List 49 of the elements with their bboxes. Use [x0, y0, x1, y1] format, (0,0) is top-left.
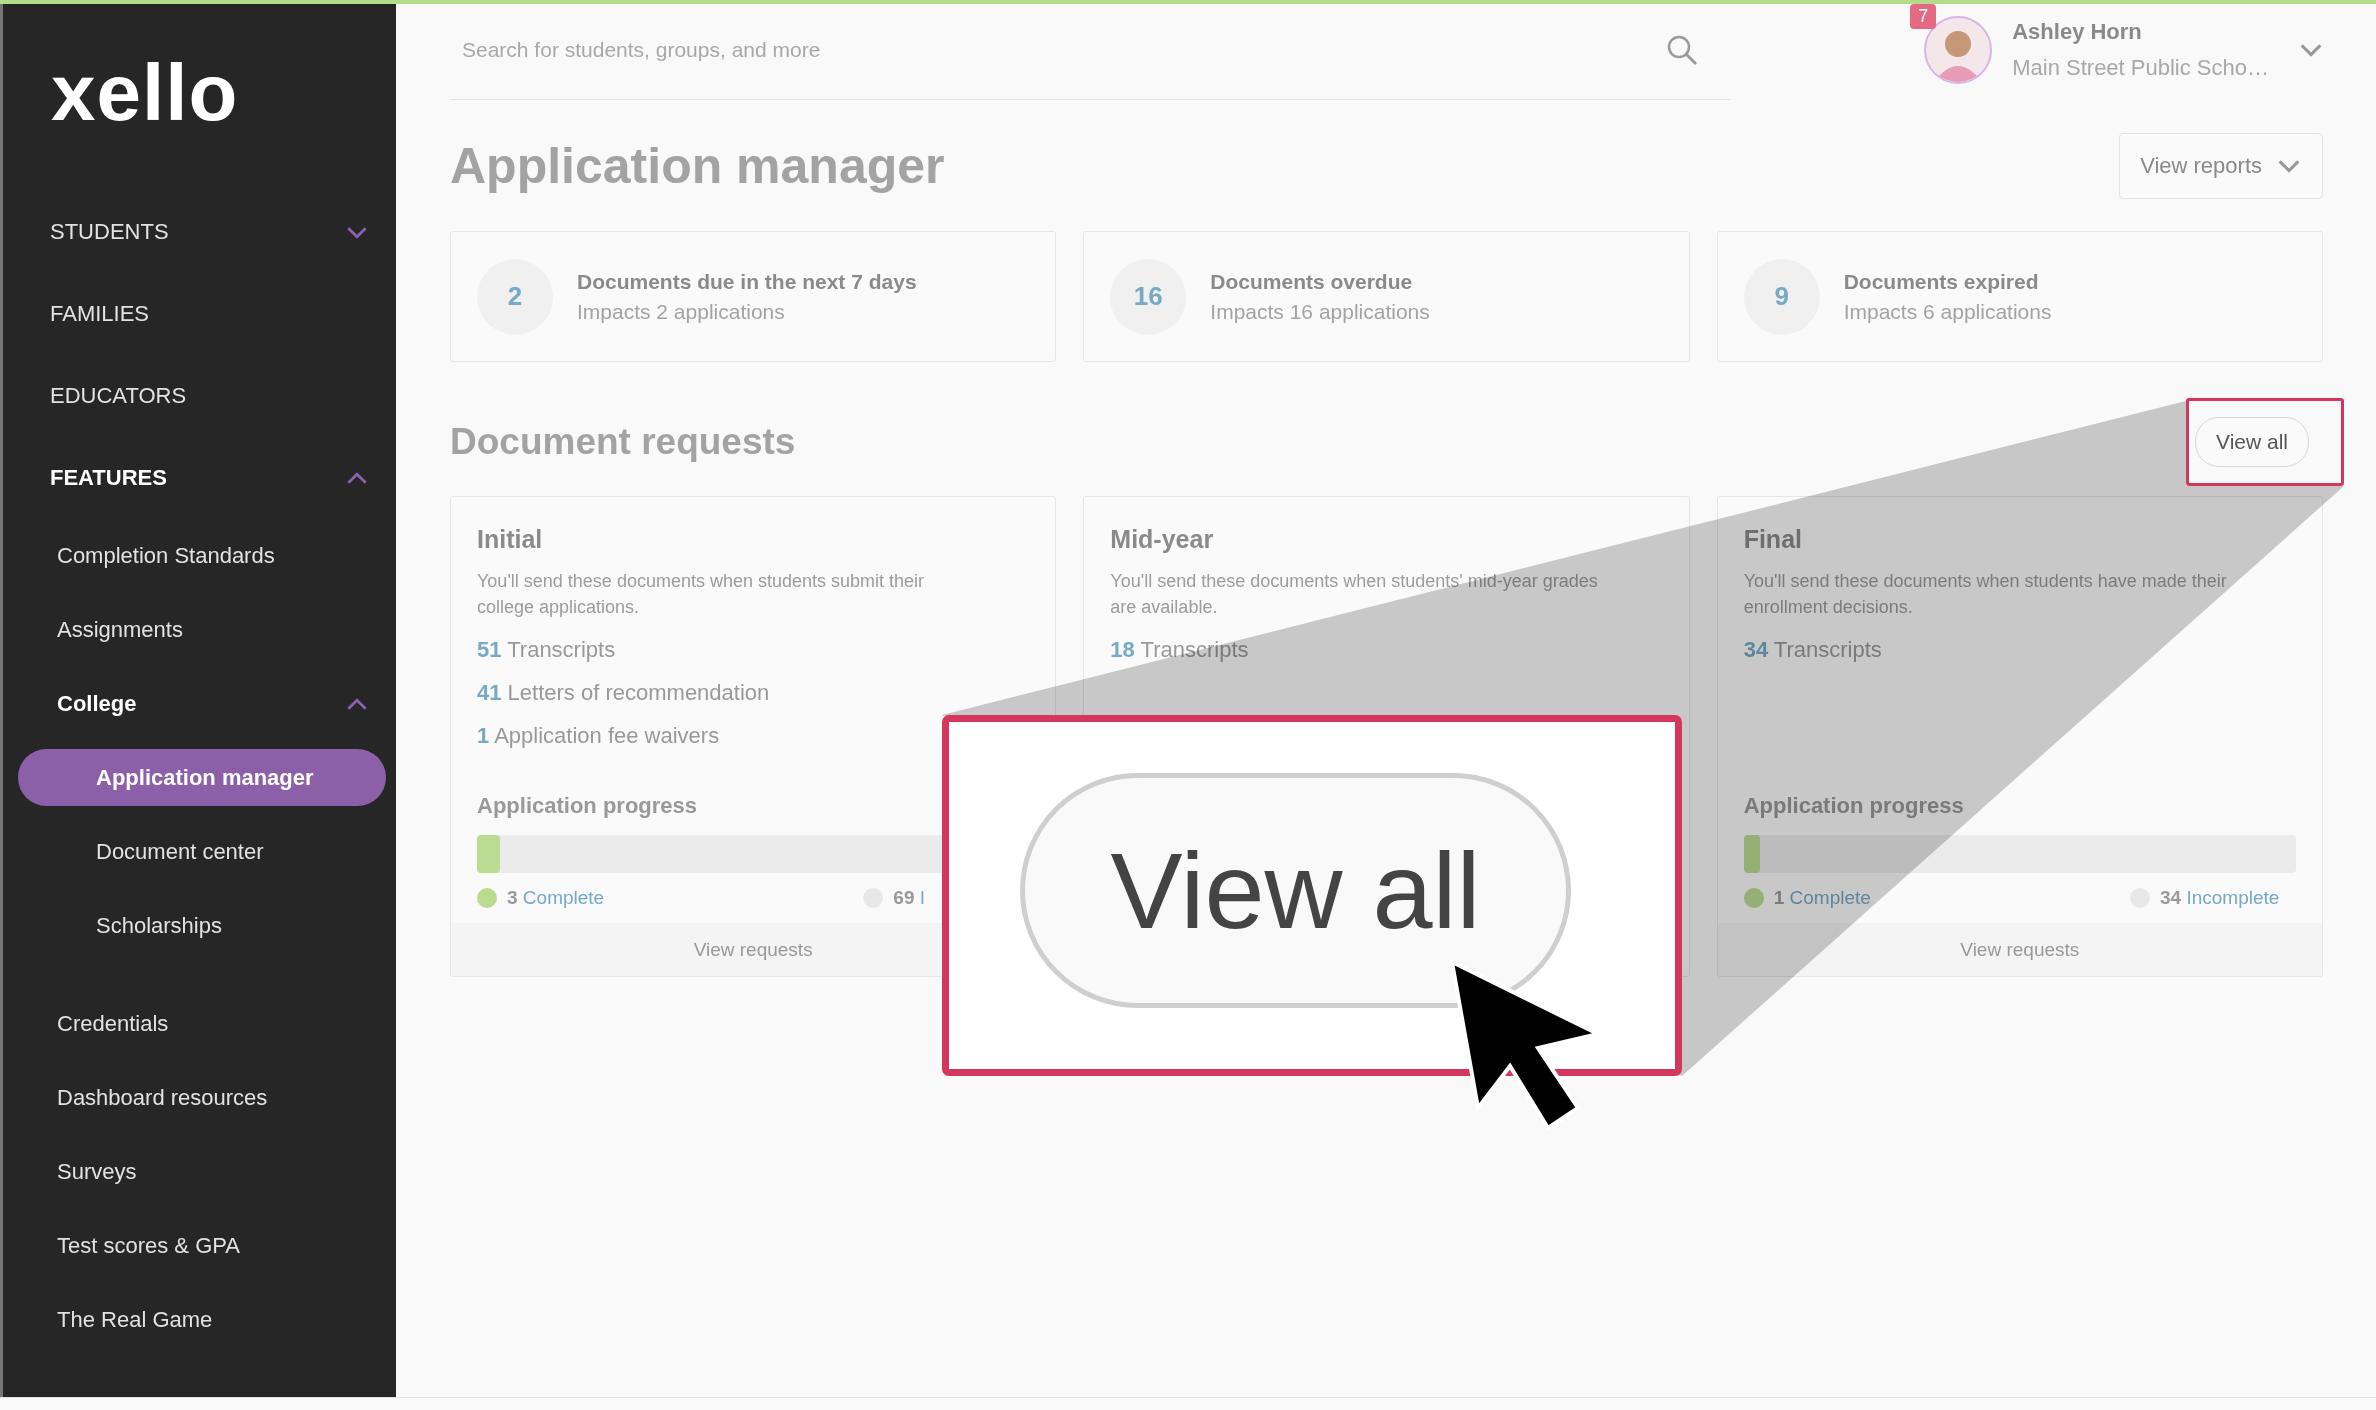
card-title: Initial: [477, 525, 544, 554]
sidebar-item[interactable]: College: [3, 667, 396, 741]
progress-title: Application progress: [477, 793, 699, 819]
search-field[interactable]: Search for students, groups, and more: [460, 36, 1666, 63]
section-title: Document requests: [450, 421, 796, 463]
logo[interactable]: xello: [51, 52, 239, 133]
stat-subtitle: Impacts 2 applications: [577, 299, 786, 324]
sidebar-item[interactable]: Application manager: [18, 749, 386, 806]
card-description: You'll send these documents when students' mid-year grades are available.: [1110, 570, 1599, 619]
sidebar-item[interactable]: EDUCATORS: [3, 355, 396, 437]
sidebar-item[interactable]: Test scores & GPA: [3, 1209, 396, 1283]
chevron-icon: [2276, 158, 2302, 173]
chevron-icon: [346, 471, 368, 485]
card-title: Mid-year: [1110, 525, 1215, 554]
chevron-icon: [346, 697, 368, 711]
legend-dot: [477, 888, 497, 908]
chevron-icon: [346, 225, 368, 239]
sidebar-item[interactable]: The Real Game: [3, 1283, 396, 1357]
school-name: Main Street Public Scho…: [2012, 55, 2269, 81]
sidebar-item[interactable]: FAMILIES: [3, 273, 396, 355]
card-description: You'll send these documents when students submit their college applications.: [477, 570, 926, 619]
progress-title: Application progress: [1743, 793, 1965, 819]
stat-count: 9: [1743, 258, 1820, 335]
stat-count: 16: [1110, 258, 1187, 335]
stat-count: 2: [477, 258, 553, 335]
page-title: Application manager: [450, 136, 945, 195]
sidebar-item[interactable]: Document center: [3, 815, 396, 889]
card-title: Final: [1743, 525, 1803, 554]
sidebar-item[interactable]: Surveys: [3, 1135, 396, 1209]
user-name: Ashley Horn: [2012, 19, 2143, 45]
stat-subtitle: Impacts 6 applications: [1843, 299, 2052, 324]
sidebar-item[interactable]: Completion Standards: [3, 519, 396, 593]
stat-title: Documents due in the next 7 days: [577, 269, 917, 294]
legend-dot: [1743, 888, 1764, 908]
view-all-button[interactable]: View all: [2195, 417, 2309, 467]
sidebar-item[interactable]: Scholarships: [3, 889, 396, 963]
card-description: You'll send these documents when students have made their enrollment decisions.: [1743, 570, 2228, 619]
chevron-icon: [2299, 43, 2323, 57]
sidebar-item[interactable]: Dashboard resources: [3, 1061, 396, 1135]
sidebar-item[interactable]: STUDENTS: [3, 191, 396, 273]
sidebar-item[interactable]: Credentials: [3, 987, 396, 1061]
stat-title: Documents overdue: [1210, 269, 1414, 294]
sidebar-item[interactable]: Assignments: [3, 593, 396, 667]
stat-title: Documents expired: [1843, 269, 2040, 294]
view-all-button[interactable]: View all: [1020, 773, 1571, 1008]
notification-badge: 7: [1910, 4, 1937, 29]
stat-subtitle: Impacts 16 applications: [1210, 299, 1430, 324]
search-icon[interactable]: [1666, 33, 1698, 66]
sidebar-item[interactable]: FEATURES: [3, 437, 396, 519]
